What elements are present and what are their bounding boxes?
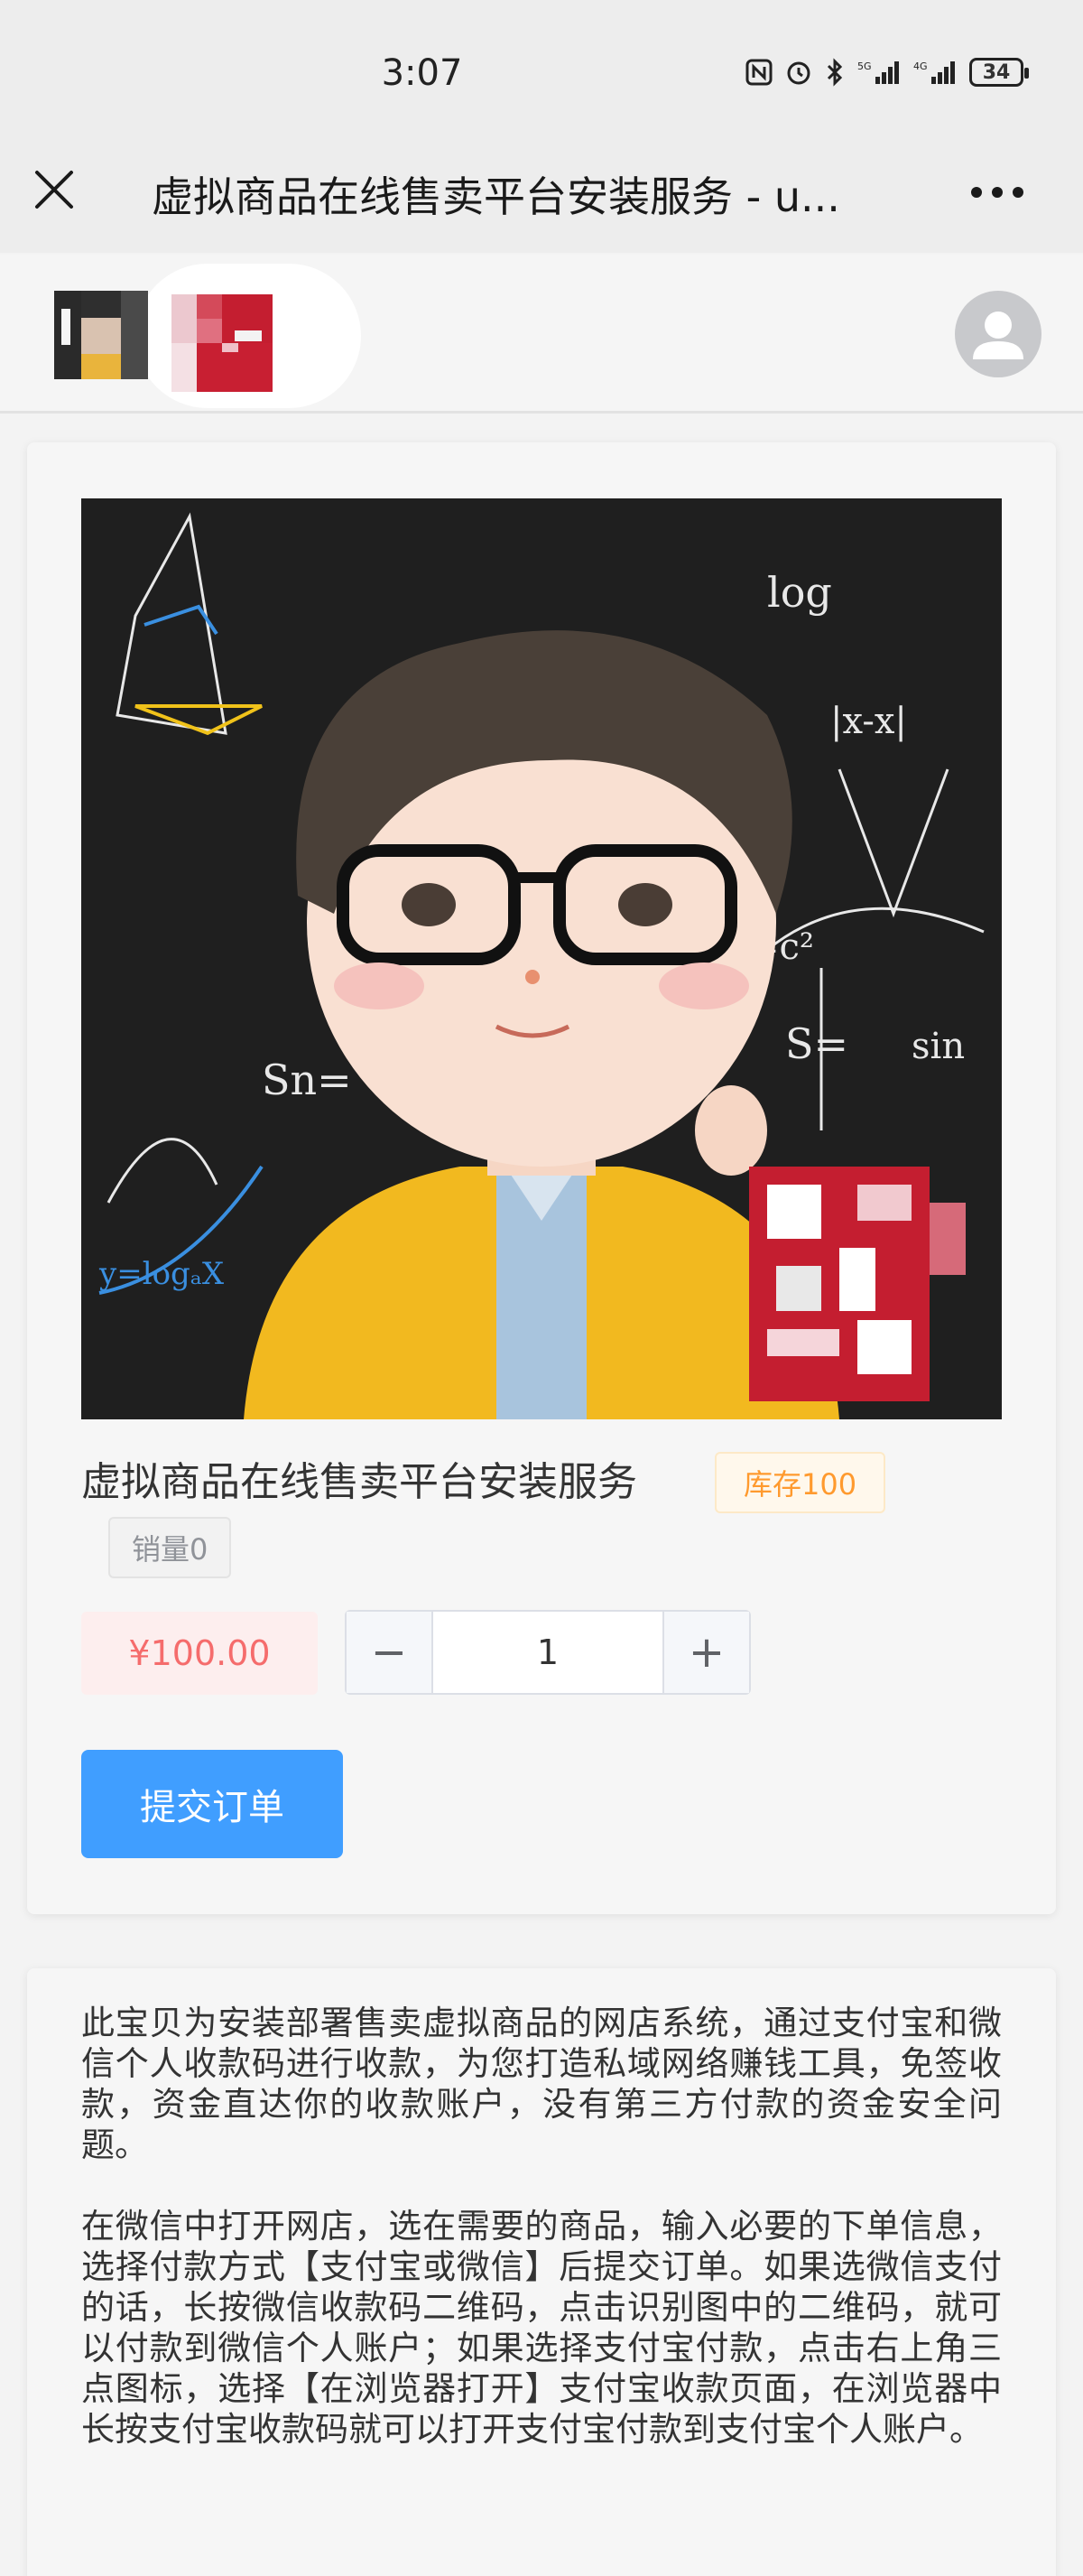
quantity-input[interactable]: 1: [433, 1612, 662, 1693]
product-image: log S= Sn= sin =c² |x-x| y=logₐX: [81, 498, 1002, 1419]
teacher-illustration-icon: log S= Sn= sin =c² |x-x| y=logₐX: [81, 498, 1002, 1419]
svg-text:S=: S=: [785, 1019, 848, 1068]
close-button[interactable]: [27, 163, 81, 217]
submit-order-button[interactable]: 提交订单: [81, 1750, 343, 1858]
user-avatar-icon[interactable]: [955, 291, 1041, 377]
page-title: 虚拟商品在线售卖平台安装服务 - u...: [152, 172, 840, 221]
svg-text:5G: 5G: [857, 60, 872, 72]
price-badge: ¥100.00: [81, 1612, 318, 1695]
description-paragraph-2: 在微信中打开网店，选在需要的商品，输入必要的下单信息，选择付款方式【支付宝或微信…: [81, 2207, 1002, 2449]
product-card: log S= Sn= sin =c² |x-x| y=logₐX 虚拟商品在线售…: [27, 442, 1056, 1914]
decrease-quantity-button[interactable]: −: [347, 1612, 433, 1693]
shop-logo-icon[interactable]: [54, 291, 148, 379]
status-bar: 3:07 5G 4G 34: [0, 0, 1083, 153]
svg-text:Sn=: Sn=: [262, 1056, 352, 1104]
close-icon: [35, 171, 73, 209]
status-time: 3:07: [381, 52, 463, 94]
signal-5g-icon: 5G: [857, 58, 901, 87]
stock-badge: 库存100: [715, 1452, 886, 1513]
quantity-stepper: − 1 +: [345, 1610, 751, 1695]
qr-thumbnail-icon[interactable]: [171, 294, 273, 392]
svg-text:y=logₐX: y=logₐX: [98, 1256, 225, 1292]
status-icons: 5G 4G 34: [745, 58, 1029, 87]
nfc-icon: [745, 58, 773, 87]
more-dots-icon: [971, 187, 1023, 198]
product-name: 虚拟商品在线售卖平台安装服务: [81, 1459, 637, 1505]
signal-4g-icon: 4G: [913, 58, 957, 87]
title-bar: 虚拟商品在线售卖平台安装服务 - u...: [0, 135, 1083, 253]
sales-badge: 销量0: [108, 1517, 232, 1578]
shop-header: [0, 255, 1083, 414]
svg-text:log: log: [767, 568, 832, 617]
alarm-icon: [785, 58, 812, 87]
increase-quantity-button[interactable]: +: [662, 1612, 749, 1693]
svg-text:sin: sin: [912, 1026, 965, 1067]
description-card: 此宝贝为安装部署售卖虚拟商品的网店系统，通过支付宝和微信个人收款码进行收款，为您…: [27, 1968, 1056, 2576]
description-paragraph-1: 此宝贝为安装部署售卖虚拟商品的网店系统，通过支付宝和微信个人收款码进行收款，为您…: [81, 2004, 1002, 2164]
more-button[interactable]: [966, 170, 1029, 215]
battery-indicator: 34: [969, 58, 1029, 87]
svg-text:|x-x|: |x-x|: [830, 701, 907, 742]
bluetooth-icon: [825, 58, 845, 87]
svg-text:4G: 4G: [913, 60, 928, 72]
